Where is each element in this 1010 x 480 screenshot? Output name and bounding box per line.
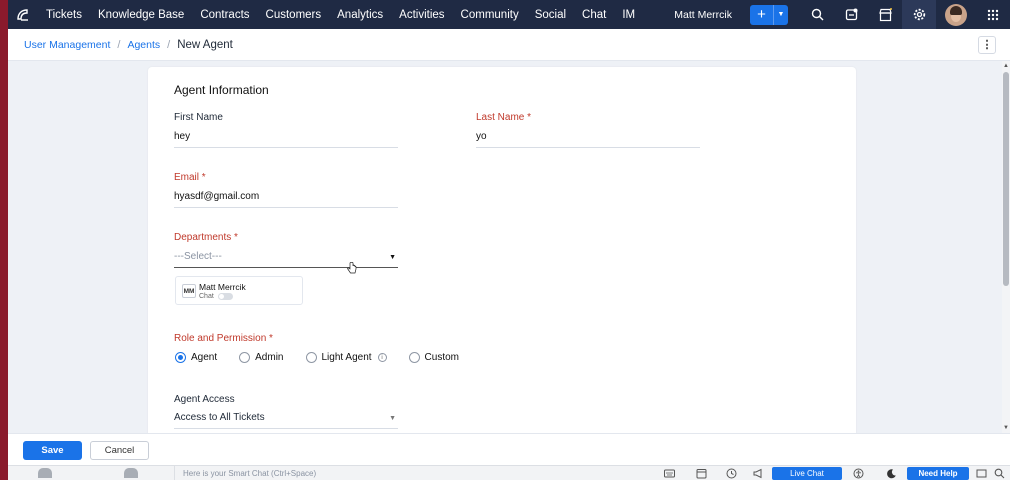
contacts-icon[interactable] bbox=[124, 468, 138, 478]
form-action-bar: Save Cancel bbox=[8, 433, 1010, 465]
breadcrumb-user-management[interactable]: User Management bbox=[24, 39, 110, 51]
bottom-status-bar: Here is your Smart Chat (Ctrl+Space) Liv… bbox=[8, 465, 1010, 480]
info-icon[interactable]: i bbox=[377, 353, 387, 362]
role-admin-label: Admin bbox=[255, 352, 284, 363]
add-new-button[interactable]: + ▼ bbox=[750, 4, 788, 25]
breadcrumb-agents[interactable]: Agents bbox=[127, 39, 160, 51]
chat-toggle[interactable] bbox=[218, 293, 233, 300]
nav-chat[interactable]: Chat bbox=[582, 9, 606, 21]
agent-access-label: Agent Access bbox=[174, 394, 235, 405]
section-title: Agent Information bbox=[174, 83, 269, 97]
chevron-down-icon[interactable]: ▼ bbox=[774, 11, 788, 18]
nav-tickets[interactable]: Tickets bbox=[46, 9, 82, 21]
radio-icon bbox=[239, 352, 251, 363]
app-window: Tickets Knowledge Base Contracts Custome… bbox=[8, 0, 1010, 480]
need-help-button[interactable]: Need Help bbox=[907, 467, 969, 480]
moon-icon[interactable] bbox=[886, 468, 897, 479]
role-agent-label: Agent bbox=[191, 352, 218, 363]
first-name-input[interactable]: hey bbox=[174, 131, 398, 148]
nav-analytics[interactable]: Analytics bbox=[337, 9, 383, 21]
role-admin-radio[interactable]: Admin bbox=[239, 352, 284, 363]
scrollbar-thumb[interactable] bbox=[1003, 72, 1009, 286]
radio-icon bbox=[408, 352, 420, 363]
role-permission-label: Role and Permission * bbox=[174, 333, 273, 344]
nav-social[interactable]: Social bbox=[535, 9, 566, 21]
cancel-button[interactable]: Cancel bbox=[90, 441, 149, 460]
top-navigation: Tickets Knowledge Base Contracts Custome… bbox=[8, 0, 1010, 29]
agent-chip-name: Matt Merrcik bbox=[199, 282, 246, 292]
breadcrumb-separator: / bbox=[167, 38, 171, 51]
nav-items: Tickets Knowledge Base Contracts Custome… bbox=[46, 9, 651, 21]
nav-knowledge-base[interactable]: Knowledge Base bbox=[98, 9, 184, 21]
plus-icon: + bbox=[750, 4, 774, 25]
clock-icon[interactable] bbox=[726, 468, 737, 479]
scroll-up-icon[interactable]: ▲ bbox=[1003, 63, 1009, 69]
nav-im[interactable]: IM bbox=[622, 9, 635, 21]
notifications-icon[interactable] bbox=[834, 0, 868, 29]
hand-cursor-icon bbox=[347, 262, 357, 274]
megaphone-icon[interactable] bbox=[753, 468, 764, 479]
departments-select[interactable]: ---Select--- ▼ bbox=[174, 251, 398, 268]
accessibility-icon[interactable] bbox=[853, 468, 864, 479]
current-user-name[interactable]: Matt Merrcik bbox=[674, 9, 732, 21]
department-agent-chip: MM Matt Merrcik Chat bbox=[175, 276, 303, 305]
radio-icon bbox=[305, 352, 317, 363]
scroll-down-icon[interactable]: ▼ bbox=[1003, 425, 1009, 431]
page-title: New Agent bbox=[177, 38, 233, 51]
nav-community[interactable]: Community bbox=[461, 9, 519, 21]
kebab-icon: ⋮ bbox=[981, 38, 993, 51]
last-name-label: Last Name * bbox=[476, 112, 532, 123]
apps-grid-icon[interactable] bbox=[976, 0, 1010, 29]
news-icon[interactable] bbox=[976, 468, 987, 479]
role-light-agent-radio[interactable]: Light Agent i bbox=[305, 352, 387, 363]
radio-selected-icon bbox=[175, 352, 186, 363]
search-icon[interactable] bbox=[800, 0, 834, 29]
settings-gear-icon[interactable] bbox=[902, 0, 936, 29]
agent-access-value: Access to All Tickets bbox=[174, 412, 265, 423]
user-avatar[interactable] bbox=[945, 3, 967, 26]
live-chat-button[interactable]: Live Chat bbox=[772, 467, 842, 480]
dropdown-arrow-icon: ▼ bbox=[389, 254, 396, 261]
departments-placeholder: ---Select--- bbox=[174, 251, 222, 262]
calendar-icon[interactable] bbox=[696, 468, 707, 479]
agent-access-select[interactable]: Access to All Tickets ▼ bbox=[174, 412, 398, 429]
marketplace-icon[interactable] bbox=[868, 0, 902, 29]
first-name-label: First Name bbox=[174, 112, 223, 123]
breadcrumb-separator: / bbox=[117, 38, 121, 51]
agent-chip-channel: Chat bbox=[199, 293, 214, 300]
role-custom-label: Custom bbox=[424, 352, 459, 363]
role-agent-radio[interactable]: Agent bbox=[175, 352, 217, 363]
role-custom-radio[interactable]: Custom bbox=[408, 352, 459, 363]
agent-form-card: Agent Information First Name hey Last Na… bbox=[148, 67, 856, 437]
nav-contracts[interactable]: Contracts bbox=[200, 9, 249, 21]
departments-label: Departments * bbox=[174, 232, 238, 243]
chat-bubble-icon[interactable] bbox=[38, 468, 52, 478]
app-logo-icon[interactable] bbox=[10, 0, 36, 29]
page-scrollbar[interactable]: ▲ ▼ bbox=[1002, 61, 1010, 433]
nav-right: Matt Merrcik + ▼ bbox=[674, 0, 1010, 29]
dropdown-arrow-icon: ▼ bbox=[389, 415, 396, 422]
search-icon[interactable] bbox=[994, 468, 1005, 479]
more-options-button[interactable]: ⋮ bbox=[978, 36, 996, 54]
save-button[interactable]: Save bbox=[23, 441, 82, 460]
smart-chat-input[interactable]: Here is your Smart Chat (Ctrl+Space) bbox=[174, 466, 654, 480]
role-light-agent-label: Light Agent bbox=[321, 352, 372, 363]
nav-activities[interactable]: Activities bbox=[399, 9, 444, 21]
role-radio-group: Agent Admin Light Agent i Custom bbox=[175, 352, 481, 363]
email-input[interactable]: hyasdf@gmail.com bbox=[174, 191, 398, 208]
nav-customers[interactable]: Customers bbox=[266, 9, 322, 21]
email-label: Email * bbox=[174, 172, 206, 183]
last-name-input[interactable]: yo bbox=[476, 131, 700, 148]
keyboard-icon[interactable] bbox=[664, 468, 675, 479]
breadcrumb: User Management / Agents / New Agent ⋮ bbox=[8, 29, 1010, 61]
agent-initials: MM bbox=[182, 284, 196, 298]
